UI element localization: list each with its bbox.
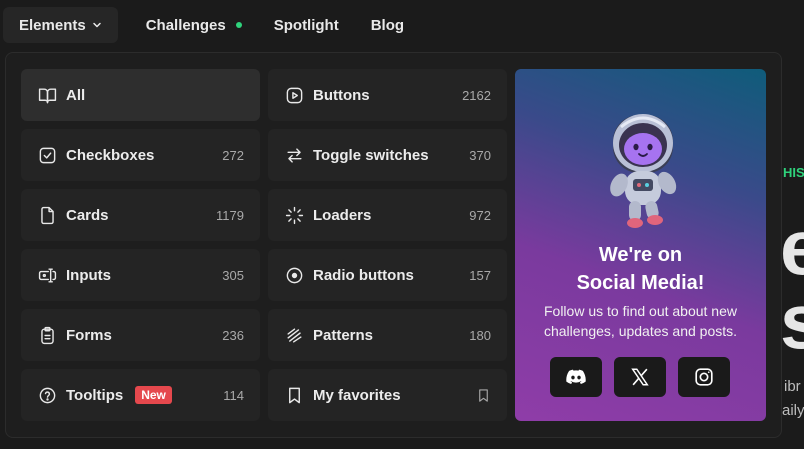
astronaut-illustration: [610, 114, 677, 228]
menu-item-count: 305: [222, 267, 244, 283]
text-cursor-input-icon: [37, 265, 57, 285]
chevron-down-icon: [92, 20, 102, 30]
social-title-line-2: Social Media!: [576, 272, 705, 294]
menu-item-label: Loaders: [313, 206, 372, 224]
menu-item-checkboxes[interactable]: Checkboxes 272: [21, 129, 260, 181]
menu-item-label: Tooltips: [66, 386, 124, 404]
nav-elements-label: Elements: [19, 16, 86, 34]
hero-text-fragment: ibr: [784, 378, 801, 395]
nav-spotlight-link[interactable]: Spotlight: [258, 7, 355, 43]
help-circle-icon: [37, 385, 57, 405]
x-twitter-button[interactable]: [614, 357, 666, 397]
menu-item-label: Patterns: [313, 326, 374, 344]
menu-item-inputs[interactable]: Inputs 305: [21, 249, 260, 301]
discord-button[interactable]: [550, 357, 602, 397]
menu-item-label: All: [66, 86, 86, 104]
menu-item-count: 236: [222, 327, 244, 343]
menu-item-loaders[interactable]: Loaders 972: [268, 189, 507, 241]
check-square-icon: [37, 145, 57, 165]
play-square-icon: [284, 85, 304, 105]
menu-item-radio-buttons[interactable]: Radio buttons 157: [268, 249, 507, 301]
nav-elements-button[interactable]: Elements: [3, 7, 118, 43]
social-buttons: [550, 357, 730, 397]
clipboard-icon: [37, 325, 57, 345]
menu-item-patterns[interactable]: Patterns 180: [268, 309, 507, 361]
x-twitter-icon: [631, 368, 649, 386]
bookmark-outline-icon[interactable]: [476, 388, 491, 403]
menu-item-cards[interactable]: Cards 1179: [21, 189, 260, 241]
menu-item-label: Buttons: [313, 86, 370, 104]
discord-icon: [566, 369, 586, 384]
nav-blog-label: Blog: [370, 16, 405, 34]
menu-item-count: 1179: [216, 207, 244, 223]
pattern-icon: [284, 325, 304, 345]
nav-blog-link[interactable]: Blog: [355, 7, 420, 43]
hero-text-fragment-2: aily: [782, 402, 804, 419]
menu-item-label: Forms: [66, 326, 112, 344]
swap-arrows-icon: [284, 145, 304, 165]
menu-item-count: 272: [222, 147, 244, 163]
elements-dropdown: All Buttons 2162 Checkboxes 272 Toggle s…: [5, 52, 782, 438]
hero-heading-fragment-2: s: [780, 277, 804, 365]
menu-item-label: Inputs: [66, 266, 111, 284]
nav-challenges-label: Challenges: [145, 16, 226, 34]
social-title-line-1: We're on: [598, 244, 683, 266]
bookmark-icon: [284, 385, 304, 405]
menu-item-count: 180: [469, 327, 491, 343]
menu-item-forms[interactable]: Forms 236: [21, 309, 260, 361]
hero-heading-fragment: e: [780, 203, 804, 291]
menu-item-tooltips[interactable]: Tooltips New 114: [21, 369, 260, 421]
new-indicator-dot: [235, 22, 242, 28]
menu-item-label: Cards: [66, 206, 109, 224]
radio-icon: [284, 265, 304, 285]
menu-item-count: 2162: [462, 87, 491, 103]
menu-item-count: 972: [469, 207, 491, 223]
elements-menu-grid: All Buttons 2162 Checkboxes 272 Toggle s…: [21, 69, 507, 421]
loader-icon: [284, 205, 304, 225]
page: HIS e s ibr aily Elements Challenges Spo…: [0, 0, 804, 449]
instagram-button[interactable]: [678, 357, 730, 397]
menu-item-label: Checkboxes: [66, 146, 155, 164]
menu-item-count: 370: [469, 147, 491, 163]
instagram-icon: [695, 368, 713, 386]
nav-challenges-link[interactable]: Challenges: [130, 7, 258, 43]
social-card-text: Follow us to find out about new challeng…: [543, 303, 738, 339]
social-card-title: We're on Social Media!: [515, 241, 766, 297]
social-media-card: We're on Social Media! Follow us to find…: [515, 69, 766, 421]
menu-item-label: Toggle switches: [313, 146, 429, 164]
menu-item-count: 114: [223, 387, 244, 403]
file-icon: [37, 205, 57, 225]
menu-item-label: My favorites: [313, 386, 401, 404]
menu-item-my-favorites[interactable]: My favorites: [268, 369, 507, 421]
menu-item-count: 157: [469, 267, 491, 283]
hero-eyebrow: HIS: [783, 165, 804, 180]
book-open-icon: [37, 85, 57, 105]
menu-item-all[interactable]: All: [21, 69, 260, 121]
nav-spotlight-label: Spotlight: [273, 16, 339, 34]
new-badge: New: [135, 386, 172, 404]
top-nav: Elements Challenges Spotlight Blog: [3, 7, 420, 43]
menu-item-label: Radio buttons: [313, 266, 414, 284]
menu-item-buttons[interactable]: Buttons 2162: [268, 69, 507, 121]
menu-item-toggle-switches[interactable]: Toggle switches 370: [268, 129, 507, 181]
